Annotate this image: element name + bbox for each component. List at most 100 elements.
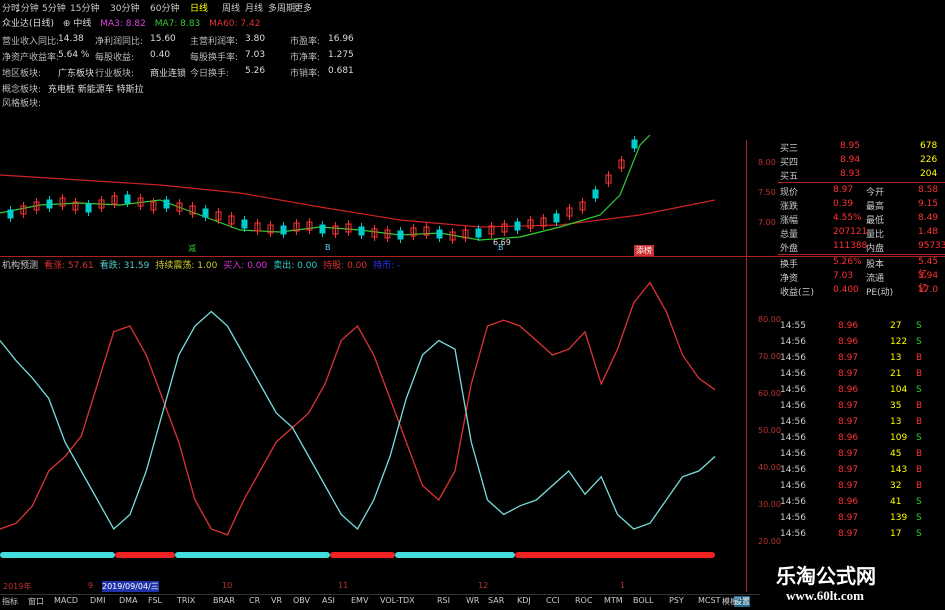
candlestick-chart[interactable] [0, 135, 745, 255]
price-axis-label: 8.00 [758, 158, 776, 167]
indicator-tab[interactable]: TRIX [177, 596, 195, 605]
quote-value: 0.400 [833, 285, 859, 295]
quote-label: 现价 [780, 188, 799, 198]
bid-row: 买四 8.94 226 [778, 154, 945, 168]
concept-label: 概念板块: [2, 85, 42, 95]
indicator-tab[interactable]: BOLL [633, 596, 654, 605]
indicator-tab[interactable]: KDJ [517, 596, 531, 605]
trade-price: 8.97 [838, 465, 859, 475]
quote-value: 207121 [833, 227, 868, 237]
info-value: 0.40 [150, 50, 171, 60]
trade-time: 14:56 [780, 481, 806, 491]
quote-label: 净资 [780, 274, 799, 284]
quote-label: 换手 [780, 260, 799, 270]
info-label: 市净率: [290, 53, 321, 63]
info-value: 14.38 [58, 34, 84, 44]
info-value: 15.60 [150, 34, 176, 44]
quote-value: 111388 [833, 241, 868, 251]
indicator-tab[interactable]: FSL [148, 596, 162, 605]
bid-volume: 226 [920, 155, 938, 165]
style-label: 风格板块: [2, 99, 42, 109]
ma60-label: MA60: 7.42 [209, 19, 261, 29]
indicator-tab[interactable]: MACD [54, 596, 78, 605]
signal-mark: B [498, 243, 504, 252]
period-tab[interactable]: 多周期 [268, 1, 295, 14]
trade-row: 14:56 8.97 35 B [778, 400, 945, 415]
indicator-tab[interactable]: PSY [669, 596, 684, 605]
indicator-tab[interactable]: 指标 [2, 596, 18, 607]
indicator-tab[interactable]: DMA [119, 596, 138, 605]
trade-volume: 41 [890, 497, 902, 507]
time-axis-label: 2019年 [3, 582, 32, 591]
info-value: 1.275 [328, 50, 354, 60]
period-tab[interactable]: 30分钟 [110, 1, 139, 14]
indicator-tab[interactable]: MCST [698, 596, 720, 605]
stock-name: 众业达(日线) [2, 19, 55, 29]
watermark-title: 乐淘公式网 [776, 564, 876, 588]
plus-icon[interactable]: ⊕ [63, 19, 71, 29]
period-tab[interactable]: 15分钟 [70, 1, 99, 14]
chart-header: 众业达(日线) ⊕ 中线 MA3: 8.82 MA7: 8.83 MA60: 7… [2, 16, 260, 29]
period-tab[interactable]: 60分钟 [150, 1, 179, 14]
state-bar-segment [515, 552, 715, 558]
quote-label: 涨跌 [780, 202, 799, 212]
indicator-tab[interactable]: DMI [90, 596, 105, 605]
quote-label: 内盘 [866, 244, 885, 254]
info-value: 商业连锁 [150, 69, 187, 79]
indicator-chart[interactable] [0, 268, 745, 580]
indicator-tab[interactable]: CR [249, 596, 260, 605]
trade-price: 8.97 [838, 529, 859, 539]
indicator-tab[interactable]: OBV [293, 596, 310, 605]
period-tab[interactable]: 周线 [222, 1, 240, 14]
quote-value: 4.55% [833, 213, 862, 223]
trade-time: 14:56 [780, 385, 806, 395]
quote-row: 净资 7.03 流通 3.94亿 [778, 270, 945, 294]
indicator-tab[interactable]: ASI [322, 596, 335, 605]
indicator-series-line [0, 310, 716, 531]
bid-price: 8.95 [840, 141, 861, 151]
divider [778, 254, 945, 255]
trade-row: 14:55 8.96 27 S [778, 320, 945, 335]
period-tab[interactable]: 1分钟 [15, 1, 39, 14]
indicator-tab[interactable]: CCI [546, 596, 560, 605]
indicator-tab[interactable]: WR [466, 596, 479, 605]
quote-row: 现价 8.97 今开 8.58 [778, 184, 945, 198]
info-label: 净资产收益率: [2, 53, 60, 63]
quote-label: 外盘 [780, 244, 799, 254]
quote-row: 总量 207121 量比 1.48 [778, 226, 945, 240]
trade-price: 8.96 [838, 433, 859, 443]
quote-row: 外盘 111388 内盘 95733 [778, 240, 945, 254]
watermark-url: www.60lt.com [786, 588, 864, 603]
indicator-tab[interactable]: 窗口 [28, 596, 44, 607]
info-value: 16.96 [328, 34, 354, 44]
template-button[interactable]: 模板 [722, 596, 738, 607]
indicator-tab[interactable]: BRAR [213, 596, 235, 605]
info-label: 营业收入同比: [2, 37, 60, 47]
indicator-tab[interactable]: VR [271, 596, 282, 605]
trade-price: 8.97 [838, 353, 859, 363]
trade-time: 14:56 [780, 433, 806, 443]
trade-price: 8.96 [838, 497, 859, 507]
ma7-label: MA7: 8.83 [154, 19, 201, 29]
state-bar-segment [175, 552, 330, 558]
time-axis-label: 2019/09/04/三 [102, 581, 159, 592]
indicator-tab[interactable]: EMV [351, 596, 368, 605]
trade-side: B [916, 417, 923, 427]
signal-mark: B [325, 243, 331, 252]
period-tab[interactable]: 5分钟 [42, 1, 66, 14]
indicator-tab[interactable]: RSI [437, 596, 450, 605]
indicator-tab[interactable]: ROC [575, 596, 592, 605]
ma3-label: MA3: 8.82 [100, 19, 146, 29]
quote-label: 今开 [866, 188, 885, 198]
indicator-tab[interactable]: SAR [488, 596, 504, 605]
indicator-tab[interactable]: MTM [604, 596, 623, 605]
trade-price: 8.96 [838, 385, 859, 395]
period-tab[interactable]: 月线 [245, 1, 263, 14]
trade-side: S [916, 321, 922, 331]
indicator-tab[interactable]: VOL-TDX [380, 596, 415, 605]
period-tab[interactable]: 日线 [190, 1, 208, 14]
indicator-series-line [0, 281, 716, 536]
divider [778, 182, 945, 183]
trade-time: 14:56 [780, 513, 806, 523]
period-tab[interactable]: 更多 [294, 1, 312, 14]
